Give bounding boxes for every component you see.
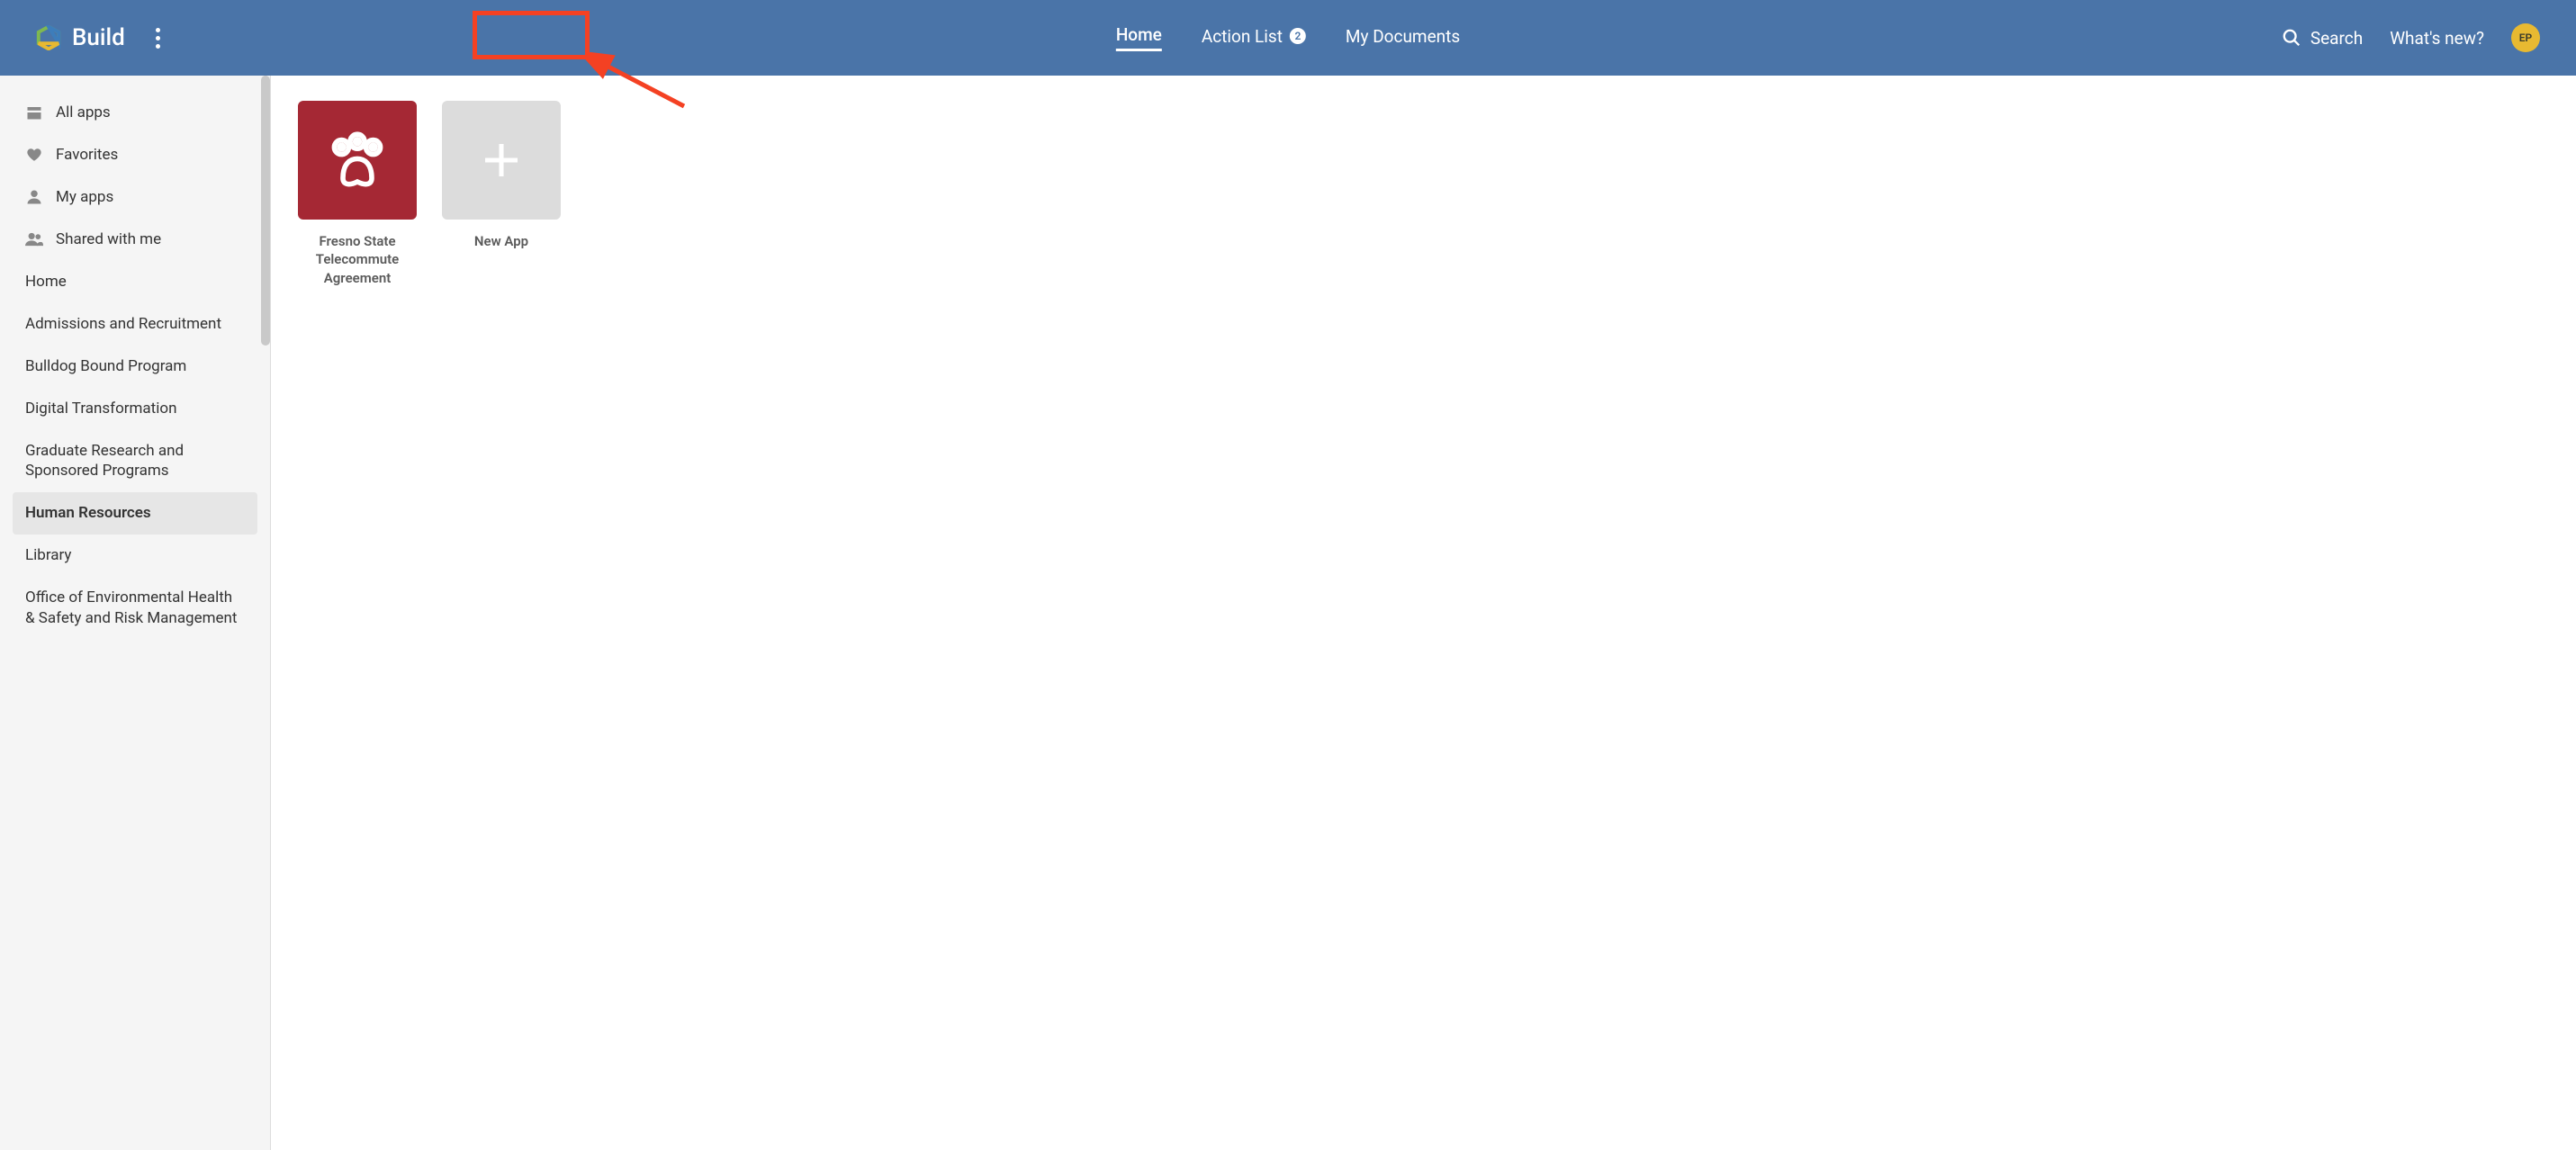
sidebar: All apps Favorites My apps Shared with m… (0, 76, 270, 1150)
sidebar-category-label: Library (25, 545, 71, 566)
sidebar-all-apps[interactable]: All apps (13, 92, 257, 134)
logo-hexagon-icon (36, 25, 61, 50)
app-grid: Fresno State Telecommute Agreement New A… (298, 101, 2549, 287)
nav-home[interactable]: Home (1116, 24, 1162, 51)
sidebar-category-label: Human Resources (25, 503, 151, 524)
sidebar-category-graduate-research-and-sponsored-programs[interactable]: Graduate Research and Sponsored Programs (13, 430, 257, 493)
sidebar-category-human-resources[interactable]: Human Resources (13, 492, 257, 535)
top-header: Build Home Action List 2 My Documents Se… (0, 0, 2576, 76)
user-avatar[interactable]: EP (2511, 23, 2540, 52)
sidebar-category-digital-transformation[interactable]: Digital Transformation (13, 388, 257, 430)
sidebar-shared-with-me[interactable]: Shared with me (13, 219, 257, 261)
primary-nav: Home Action List 2 My Documents (1116, 24, 1460, 51)
paw-icon (321, 124, 393, 196)
nav-my-documents-label: My Documents (1346, 26, 1460, 47)
whats-new-link[interactable]: What's new? (2390, 28, 2484, 49)
sidebar-favorites-label: Favorites (56, 145, 118, 166)
sidebar-category-label: Home (25, 272, 67, 292)
sidebar-favorites[interactable]: Favorites (13, 134, 257, 176)
sidebar-category-home[interactable]: Home (13, 261, 257, 303)
sidebar-my-apps-label: My apps (56, 187, 113, 208)
search-icon (2282, 28, 2301, 48)
app-tile-new (442, 101, 561, 220)
sidebar-category-label: Office of Environmental Health & Safety … (25, 588, 245, 629)
brand-name: Build (72, 24, 125, 51)
sidebar-category-label: Bulldog Bound Program (25, 356, 186, 377)
app-card-new[interactable]: New App (442, 101, 561, 250)
sidebar-category-library[interactable]: Library (13, 535, 257, 577)
sidebar-all-apps-label: All apps (56, 103, 111, 123)
search-label: Search (2310, 28, 2363, 49)
app-label-new: New App (442, 232, 561, 250)
header-right-actions: Search What's new? EP (2282, 23, 2540, 52)
people-icon (25, 230, 43, 248)
main-content: Fresno State Telecommute Agreement New A… (271, 76, 2576, 1150)
app-label-fresno: Fresno State Telecommute Agreement (298, 232, 417, 287)
sidebar-category-label: Admissions and Recruitment (25, 314, 221, 335)
nav-my-documents[interactable]: My Documents (1346, 26, 1460, 50)
sidebar-scrollbar[interactable] (261, 76, 270, 346)
plus-icon (480, 139, 523, 182)
kebab-menu-icon[interactable] (150, 22, 166, 54)
sidebar-category-bulldog-bound-program[interactable]: Bulldog Bound Program (13, 346, 257, 388)
search-button[interactable]: Search (2282, 28, 2363, 49)
app-card-fresno[interactable]: Fresno State Telecommute Agreement (298, 101, 417, 287)
app-tile-fresno (298, 101, 417, 220)
sidebar-category-office-of-environmental-health-safety-and-risk-management[interactable]: Office of Environmental Health & Safety … (13, 577, 257, 640)
nav-action-list[interactable]: Action List 2 (1202, 26, 1306, 50)
brand-logo[interactable]: Build (36, 24, 125, 51)
person-icon (25, 188, 43, 206)
sidebar-my-apps[interactable]: My apps (13, 176, 257, 219)
action-list-badge: 2 (1290, 28, 1306, 44)
sidebar-category-label: Graduate Research and Sponsored Programs (25, 441, 245, 482)
nav-home-label: Home (1116, 24, 1162, 45)
heart-icon (25, 146, 43, 164)
sidebar-category-admissions-and-recruitment[interactable]: Admissions and Recruitment (13, 303, 257, 346)
nav-action-list-label: Action List (1202, 26, 1283, 47)
grid-icon (25, 103, 43, 121)
sidebar-category-label: Digital Transformation (25, 399, 176, 419)
sidebar-shared-label: Shared with me (56, 229, 161, 250)
